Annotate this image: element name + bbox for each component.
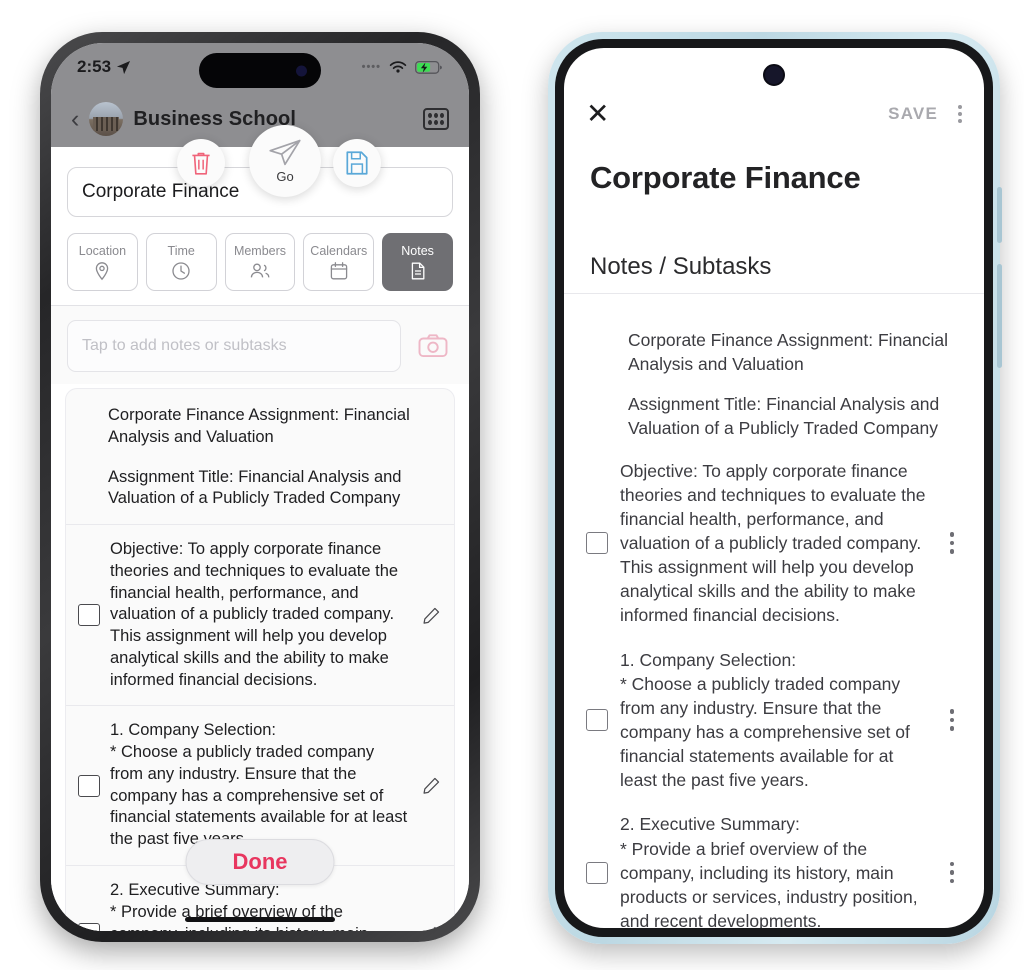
pencil-icon[interactable] bbox=[420, 776, 442, 795]
add-note-placeholder: Tap to add notes or subtasks bbox=[82, 337, 287, 354]
go-button[interactable]: Go bbox=[249, 125, 321, 197]
building-thumbnail bbox=[89, 102, 124, 136]
kebab-menu-icon[interactable] bbox=[942, 861, 962, 884]
note-text: Corporate Finance Assignment: Financial … bbox=[108, 406, 410, 446]
trash-icon bbox=[192, 152, 210, 175]
pin-icon bbox=[96, 261, 109, 280]
add-note-row: Tap to add notes or subtasks bbox=[51, 306, 469, 384]
dynamic-island bbox=[199, 53, 321, 88]
battery-charging-icon bbox=[415, 60, 442, 74]
signal-dots-icon: •••• bbox=[361, 61, 381, 73]
tab-calendars[interactable]: Calendars bbox=[303, 233, 375, 291]
clock-icon bbox=[172, 261, 190, 280]
tab-notes-label: Notes bbox=[401, 243, 434, 258]
calendar-icon bbox=[330, 261, 348, 279]
note-checkbox[interactable] bbox=[586, 532, 608, 555]
left-phone-screen: 2:53 •••• ‹ Business School Go Corporate… bbox=[51, 43, 469, 931]
screenshot-stage: 2:53 •••• ‹ Business School Go Corporate… bbox=[0, 0, 1024, 970]
volume-up-button[interactable] bbox=[997, 187, 1002, 243]
notes-list: Corporate Finance Assignment: Financial … bbox=[564, 310, 984, 928]
note-checkbox[interactable] bbox=[78, 774, 100, 797]
power-button[interactable] bbox=[997, 264, 1002, 368]
people-icon bbox=[250, 263, 270, 277]
right-phone-screen: ✕ SAVE Corporate Finance Notes / Subtask… bbox=[564, 48, 984, 928]
front-camera-lens bbox=[296, 65, 307, 76]
right-phone-device: ✕ SAVE Corporate Finance Notes / Subtask… bbox=[548, 32, 1002, 944]
ios-content-area: Corporate Finance Location Time Members … bbox=[51, 147, 469, 931]
paper-plane-icon bbox=[269, 139, 301, 166]
front-camera-lens bbox=[763, 64, 785, 86]
go-button-label: Go bbox=[276, 169, 294, 184]
note-text: Corporate Finance Assignment: Financial … bbox=[628, 330, 949, 375]
pencil-icon[interactable] bbox=[420, 925, 442, 931]
left-phone-device: 2:53 •••• ‹ Business School Go Corporate… bbox=[40, 32, 480, 942]
save-document-icon bbox=[346, 151, 368, 175]
status-time: 2:53 bbox=[77, 57, 112, 76]
list-item[interactable]: Corporate Finance Assignment: Financial … bbox=[580, 320, 968, 384]
attribute-tabs: Location Time Members Calendars Notes bbox=[51, 217, 469, 305]
tab-location-label: Location bbox=[78, 243, 127, 258]
note-checkbox[interactable] bbox=[78, 923, 100, 931]
tab-calendars-label: Calendars bbox=[310, 243, 368, 258]
note-text: 1. Company Selection: * Choose a publicl… bbox=[620, 649, 910, 791]
note-text: Assignment Title: Financial Analysis and… bbox=[628, 394, 940, 439]
home-indicator bbox=[185, 917, 335, 922]
list-item[interactable]: 2. Executive Summary: * Provide a brief … bbox=[580, 802, 968, 928]
list-item[interactable]: 1. Company Selection: * Choose a publicl… bbox=[580, 638, 968, 803]
list-item[interactable]: Objective: To apply corporate finance th… bbox=[66, 524, 454, 705]
tab-members[interactable]: Members bbox=[224, 233, 296, 291]
page-title: Corporate Finance bbox=[590, 160, 861, 195]
list-item[interactable]: Corporate Finance Assignment: Financial … bbox=[66, 389, 454, 463]
tab-time-label: Time bbox=[167, 243, 195, 258]
kebab-menu-icon[interactable] bbox=[958, 105, 962, 123]
save-button[interactable]: SAVE bbox=[888, 104, 938, 124]
add-note-input[interactable]: Tap to add notes or subtasks bbox=[67, 320, 401, 372]
note-checkbox[interactable] bbox=[586, 708, 608, 731]
section-heading: Notes / Subtasks bbox=[564, 253, 984, 294]
camera-button[interactable] bbox=[413, 326, 453, 366]
pencil-icon[interactable] bbox=[420, 606, 442, 625]
back-chevron-icon[interactable]: ‹ bbox=[71, 106, 79, 132]
close-x-icon[interactable]: ✕ bbox=[586, 100, 609, 128]
right-phone-bezel: ✕ SAVE Corporate Finance Notes / Subtask… bbox=[555, 39, 993, 937]
note-text: 2. Executive Summary: * Provide a brief … bbox=[620, 814, 918, 928]
delete-button[interactable] bbox=[177, 139, 225, 187]
tab-notes[interactable]: Notes bbox=[382, 233, 453, 291]
list-item[interactable]: Objective: To apply corporate finance th… bbox=[580, 449, 968, 638]
document-icon bbox=[411, 262, 425, 279]
tab-location[interactable]: Location bbox=[67, 233, 138, 291]
android-top-bar: ✕ SAVE bbox=[564, 92, 984, 136]
title-input-value: Corporate Finance bbox=[82, 181, 240, 202]
location-arrow-icon bbox=[116, 60, 131, 74]
note-text: Objective: To apply corporate finance th… bbox=[620, 460, 926, 626]
note-text: 1. Company Selection: * Choose a publicl… bbox=[110, 721, 408, 849]
camera-icon bbox=[418, 334, 448, 358]
note-text: Objective: To apply corporate finance th… bbox=[110, 540, 399, 689]
tab-time[interactable]: Time bbox=[145, 233, 217, 291]
note-text: 2. Executive Summary: * Provide a brief … bbox=[110, 881, 368, 931]
note-checkbox[interactable] bbox=[586, 861, 608, 884]
grid-keypad-icon[interactable] bbox=[423, 108, 449, 130]
kebab-menu-icon[interactable] bbox=[942, 709, 962, 731]
list-item[interactable]: Assignment Title: Financial Analysis and… bbox=[580, 384, 968, 448]
note-text: Assignment Title: Financial Analysis and… bbox=[108, 467, 402, 508]
list-item[interactable]: Assignment Title: Financial Analysis and… bbox=[66, 463, 454, 525]
tab-members-label: Members bbox=[233, 243, 287, 258]
save-button[interactable] bbox=[333, 139, 381, 187]
note-checkbox[interactable] bbox=[78, 604, 100, 627]
done-button[interactable]: Done bbox=[185, 839, 335, 885]
kebab-menu-icon[interactable] bbox=[942, 532, 962, 554]
wifi-icon bbox=[389, 60, 407, 73]
